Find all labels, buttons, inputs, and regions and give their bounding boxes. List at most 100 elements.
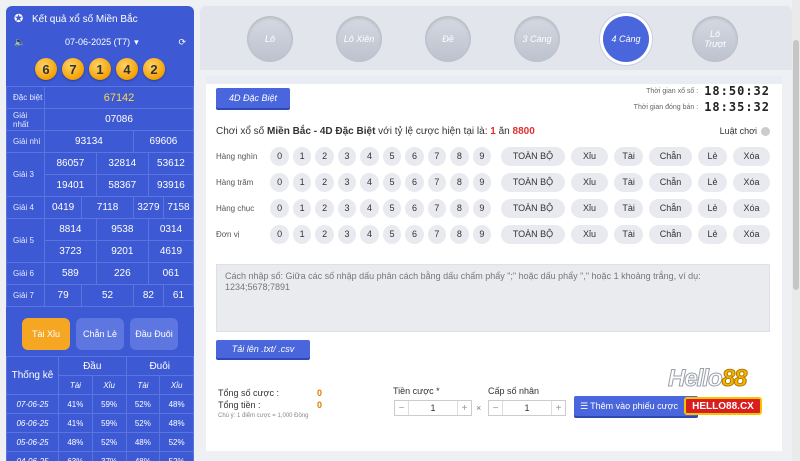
speaker-icon[interactable]: 🔈 <box>14 37 25 48</box>
digit-button[interactable]: 3 <box>337 146 357 166</box>
digit-button[interactable]: 3 <box>337 172 357 192</box>
digit-button[interactable]: 3 <box>337 198 357 218</box>
times-icon: × <box>476 403 482 413</box>
date-dropdown[interactable]: 07-06-2025 (T7) ▾ <box>65 37 139 48</box>
chan-button[interactable]: Chẵn <box>649 172 692 192</box>
tai-button[interactable]: Tài <box>614 146 644 166</box>
digit-button[interactable]: 5 <box>382 172 402 192</box>
tab-4-cang[interactable]: 4 Càng <box>603 16 649 62</box>
multiplier-stepper[interactable]: − 1 + <box>488 400 566 416</box>
select-all-button[interactable]: TOÀN BỘ <box>500 172 566 192</box>
digit-button[interactable]: 7 <box>427 146 447 166</box>
tai-button[interactable]: Tài <box>614 198 644 218</box>
bet-type-button[interactable]: 4D Đặc Biệt <box>216 88 290 108</box>
digit-button[interactable]: 1 <box>292 172 312 192</box>
digit-button[interactable]: 2 <box>315 146 334 166</box>
point-hint: Chú ý: 1 điểm cược = 1,000 Đồng <box>218 413 309 419</box>
digit-button[interactable]: 8 <box>450 172 469 192</box>
tab-lo[interactable]: Lô <box>247 16 293 62</box>
digit-button[interactable]: 7 <box>427 198 447 218</box>
digit-button[interactable]: 8 <box>450 224 469 244</box>
digit-button[interactable]: 4 <box>360 224 379 244</box>
tab-3-cang[interactable]: 3 Càng <box>514 16 560 62</box>
total-money-value: 0 <box>317 400 323 410</box>
digit-button[interactable]: 9 <box>472 172 492 192</box>
digit-button[interactable]: 9 <box>472 224 492 244</box>
digit-button[interactable]: 6 <box>405 172 424 192</box>
clear-button[interactable]: Xóa <box>733 172 771 192</box>
plus-icon[interactable]: + <box>551 401 565 415</box>
digit-button[interactable]: 4 <box>360 146 379 166</box>
page-scrollbar[interactable] <box>792 0 800 461</box>
digit-button[interactable]: 4 <box>360 198 379 218</box>
xiu-button[interactable]: Xỉu <box>571 146 609 166</box>
digit-button[interactable]: 9 <box>472 198 492 218</box>
digit-button[interactable]: 5 <box>382 146 402 166</box>
minus-icon[interactable]: − <box>395 401 409 415</box>
tab-lo-truot[interactable]: Lô Trượt <box>692 16 738 62</box>
digit-button[interactable]: 8 <box>450 146 469 166</box>
digit-button[interactable]: 6 <box>405 224 424 244</box>
digit-button[interactable]: 0 <box>270 172 289 192</box>
chan-button[interactable]: Chẵn <box>649 224 692 244</box>
tai-button[interactable]: Tài <box>614 172 644 192</box>
le-button[interactable]: Lẻ <box>697 198 728 218</box>
minus-icon[interactable]: − <box>489 401 503 415</box>
chan-button[interactable]: Chẵn <box>649 198 692 218</box>
chan-button[interactable]: Chẵn <box>649 146 692 166</box>
bet-amount-value[interactable]: 1 <box>409 401 457 415</box>
tai-button[interactable]: Tài <box>614 224 644 244</box>
digit-button[interactable]: 1 <box>292 146 312 166</box>
digit-button[interactable]: 4 <box>360 172 379 192</box>
digit-button[interactable]: 1 <box>292 224 312 244</box>
prize-row: Giải nhất 07086 <box>6 108 194 131</box>
xiu-button[interactable]: Xỉu <box>571 172 609 192</box>
scrollbar-thumb[interactable] <box>793 40 799 290</box>
tab-dau-duoi[interactable]: Đầu Đuôi <box>130 318 178 350</box>
digit-button[interactable]: 1 <box>292 198 312 218</box>
le-button[interactable]: Lẻ <box>697 224 728 244</box>
digit-button[interactable]: 5 <box>382 224 402 244</box>
prize-label: Giải 4 <box>6 196 45 219</box>
digit-button[interactable]: 2 <box>315 224 334 244</box>
digit-button[interactable]: 9 <box>472 146 492 166</box>
xiu-button[interactable]: Xỉu <box>571 198 609 218</box>
clear-button[interactable]: Xóa <box>733 146 771 166</box>
select-all-button[interactable]: TOÀN BỘ <box>500 224 566 244</box>
rules-link[interactable]: Luật chơi <box>720 126 770 136</box>
digit-button[interactable]: 0 <box>270 146 289 166</box>
digit-button[interactable]: 6 <box>405 146 424 166</box>
multiplier-value[interactable]: 1 <box>503 401 551 415</box>
digit-button[interactable]: 7 <box>427 224 447 244</box>
tab-tai-xiu[interactable]: Tài Xỉu <box>22 318 70 350</box>
clear-button[interactable]: Xóa <box>733 198 771 218</box>
le-button[interactable]: Lẻ <box>697 172 728 192</box>
digit-button[interactable]: 8 <box>450 198 469 218</box>
add-to-slip-label: Thêm vào phiếu cược <box>590 401 679 411</box>
refresh-icon[interactable]: ⟳ <box>178 37 186 48</box>
tab-lo-xien[interactable]: Lô Xiên <box>336 16 382 62</box>
bet-amount-stepper[interactable]: − 1 + <box>394 400 472 416</box>
digit-button[interactable]: 6 <box>405 198 424 218</box>
row-units: Đơn vị 0 1 2 3 4 5 6 7 8 9 TOÀN BỘ Xỉu Tài Chẵn Lẻ Xóa <box>216 224 776 244</box>
digit-button[interactable]: 2 <box>315 198 334 218</box>
le-button[interactable]: Lẻ <box>697 146 728 166</box>
select-all-button[interactable]: TOÀN BỘ <box>500 198 566 218</box>
digit-button[interactable]: 0 <box>270 224 289 244</box>
xiu-button[interactable]: Xỉu <box>571 224 609 244</box>
digit-button[interactable]: 7 <box>427 172 447 192</box>
lottery-icon: ✪ <box>14 13 24 25</box>
row-label: Hàng chục <box>216 203 255 213</box>
upload-button[interactable]: Tải lên .txt/ .csv <box>216 340 310 358</box>
results-header: ✪ Kết quả xổ số Miền Bắc <box>6 6 194 32</box>
digit-button[interactable]: 0 <box>270 198 289 218</box>
tab-de[interactable]: Đề <box>425 16 471 62</box>
tab-chan-le[interactable]: Chẵn Lẻ <box>76 318 124 350</box>
select-all-button[interactable]: TOÀN BỘ <box>500 146 566 166</box>
digit-button[interactable]: 3 <box>337 224 357 244</box>
digit-button[interactable]: 5 <box>382 198 402 218</box>
number-input[interactable]: Cách nhập số: Giữa các số nhập dấu phân … <box>216 264 770 332</box>
plus-icon[interactable]: + <box>457 401 471 415</box>
digit-button[interactable]: 2 <box>315 172 334 192</box>
clear-button[interactable]: Xóa <box>733 224 771 244</box>
